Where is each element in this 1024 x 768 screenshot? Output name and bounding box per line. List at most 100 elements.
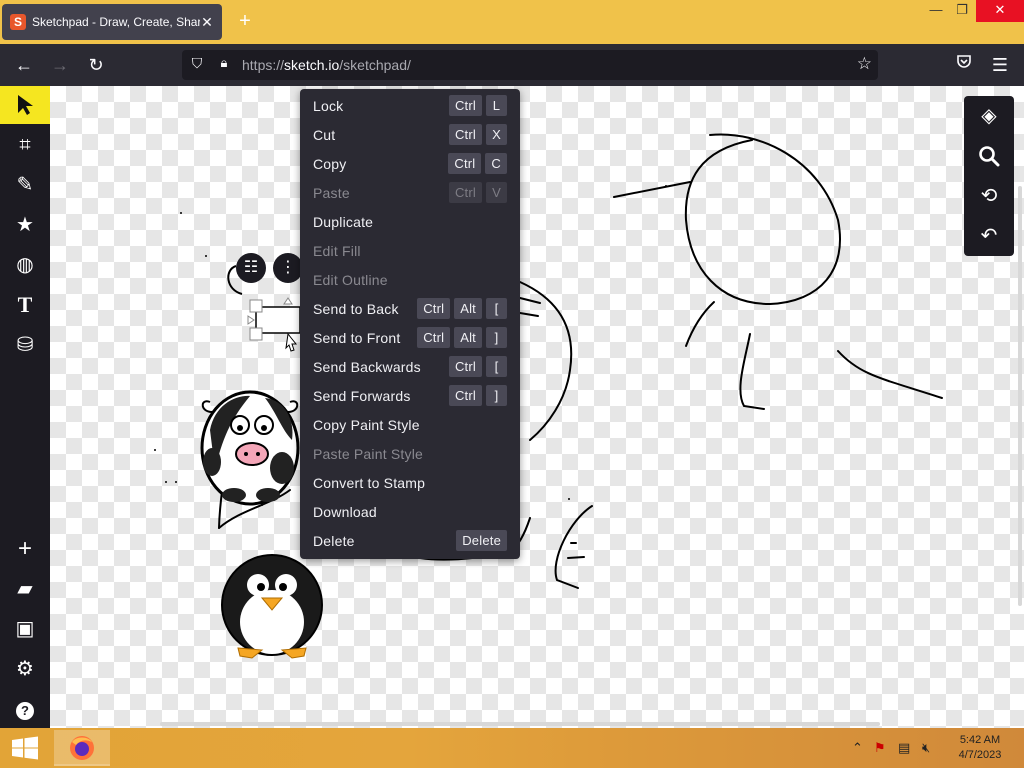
- shortcut-keys: Delete: [456, 530, 507, 551]
- object-more-options-icon[interactable]: ⋮: [273, 253, 303, 283]
- firefox-taskbar-icon[interactable]: [54, 730, 110, 766]
- shortcut-key: X: [486, 124, 507, 145]
- forward-arrow-icon[interactable]: →: [46, 52, 74, 78]
- menu-item-copy[interactable]: Copy Ctrl C: [300, 149, 520, 178]
- undo-arrow-icon[interactable]: ↶: [964, 216, 1014, 256]
- tray-overflow-chevron-icon[interactable]: ⌃: [852, 740, 863, 756]
- shortcut-key: Alt: [454, 298, 482, 319]
- address-bar[interactable]: ⛉ 🔒︎ https://sketch.io/sketchpad/ ☆: [182, 50, 878, 80]
- left-toolbar: ⌗ ✎ ★ ◍ T ⛁ + ▰ ▣ ⚙ ?: [0, 86, 50, 728]
- clock-date: 4/7/2023: [958, 749, 1002, 761]
- windows-start-icon[interactable]: [0, 728, 50, 768]
- save-disk-icon[interactable]: ▣: [0, 610, 50, 648]
- pocket-icon[interactable]: [950, 52, 978, 78]
- hamburger-menu-icon[interactable]: ☰: [986, 52, 1014, 78]
- object-settings-icon[interactable]: ☷: [236, 253, 266, 283]
- volume-muted-icon[interactable]: 🔇︎: [922, 740, 930, 756]
- menu-item-label: Edit Fill: [313, 242, 361, 259]
- title-bar: S Sketchpad - Draw, Create, Share! ✕ + —…: [0, 0, 1024, 44]
- menu-item-cut[interactable]: Cut Ctrl X: [300, 120, 520, 149]
- menu-item-label: Download: [313, 503, 377, 520]
- clock-time: 5:42 AM: [959, 734, 1001, 746]
- menu-item-paste-paint-style[interactable]: Paste Paint Style: [300, 439, 520, 468]
- menu-item-send-forwards[interactable]: Send Forwards Ctrl]: [300, 381, 520, 410]
- menu-item-download[interactable]: Download: [300, 497, 520, 526]
- shortcut-key: Ctrl: [448, 356, 482, 377]
- menu-item-label: Lock: [313, 97, 344, 114]
- back-arrow-icon[interactable]: ←: [10, 52, 38, 78]
- tracking-shield-icon[interactable]: ⛉: [188, 55, 206, 75]
- brush-tool-icon[interactable]: ✎: [0, 166, 50, 204]
- menu-item-label: Send to Back: [313, 300, 399, 317]
- close-window-button[interactable]: ✕: [976, 0, 1024, 22]
- url-scheme: https://: [242, 57, 285, 73]
- browser-tab[interactable]: S Sketchpad - Draw, Create, Share! ✕: [2, 4, 222, 40]
- menu-item-convert-to-stamp[interactable]: Convert to Stamp: [300, 468, 520, 497]
- right-toolbar: ◈ ⟲ ↶: [964, 96, 1014, 256]
- shortcut-keys: Ctrl[: [448, 356, 507, 377]
- menu-item-label: Send Forwards: [313, 387, 411, 404]
- shortcut-keys: Ctrl Alt[: [417, 298, 507, 319]
- shortcut-key: Ctrl: [417, 327, 451, 348]
- menu-item-label: Duplicate: [313, 213, 374, 230]
- shortcut-key: C: [485, 153, 507, 174]
- menu-item-label: Convert to Stamp: [313, 474, 426, 491]
- shortcut-keys: Ctrl X: [448, 124, 507, 145]
- menu-item-label: Delete: [313, 532, 355, 549]
- new-plus-icon[interactable]: +: [0, 530, 50, 568]
- shortcut-key: Ctrl: [417, 298, 451, 319]
- cow-stamp[interactable]: [200, 390, 300, 506]
- text-tool-icon[interactable]: T: [0, 286, 50, 324]
- layers-icon[interactable]: ◈: [964, 96, 1014, 136]
- menu-item-duplicate[interactable]: Duplicate: [300, 207, 520, 236]
- paint-bucket-icon[interactable]: ⛁: [0, 326, 50, 364]
- action-center-flag-icon[interactable]: ⚑: [874, 740, 886, 756]
- select-tool-icon[interactable]: [0, 86, 50, 124]
- horizontal-scrollbar[interactable]: [160, 722, 880, 726]
- windows-taskbar: ⌃ ⚑ ▤ 🔇︎ 5:42 AM 4/7/2023: [0, 728, 1024, 768]
- penguin-stamp[interactable]: [221, 554, 323, 659]
- menu-item-label: Edit Outline: [313, 271, 388, 288]
- crop-tool-icon[interactable]: ⌗: [0, 126, 50, 164]
- tab-close-icon[interactable]: ✕: [200, 14, 214, 31]
- menu-item-edit-fill[interactable]: Edit Fill: [300, 236, 520, 265]
- shortcut-keys: Ctrl Alt]: [417, 327, 507, 348]
- maximize-button[interactable]: ❐: [946, 0, 978, 22]
- taskbar-clock[interactable]: 5:42 AM 4/7/2023: [950, 733, 1010, 763]
- reload-icon[interactable]: ↻: [82, 52, 110, 78]
- url-text[interactable]: https://sketch.io/sketchpad/: [242, 57, 411, 73]
- shortcut-keys: Ctrl L: [448, 95, 507, 116]
- fill-pattern-icon[interactable]: ◍: [0, 246, 50, 284]
- menu-item-copy-paint-style[interactable]: Copy Paint Style: [300, 410, 520, 439]
- sketchpad-favicon-icon: S: [10, 14, 26, 30]
- menu-item-send-to-back[interactable]: Send to Back Ctrl Alt[: [300, 294, 520, 323]
- menu-item-send-to-front[interactable]: Send to Front Ctrl Alt]: [300, 323, 520, 352]
- menu-item-delete[interactable]: Delete Delete: [300, 526, 520, 555]
- tab-title: Sketchpad - Draw, Create, Share!: [32, 15, 200, 29]
- bookmark-star-icon[interactable]: ☆: [857, 54, 872, 74]
- menu-item-paste[interactable]: Paste Ctrl V: [300, 178, 520, 207]
- drawing-canvas[interactable]: ☷ ⋮: [50, 86, 1024, 728]
- folder-open-icon[interactable]: ▰: [0, 570, 50, 608]
- search-zoom-icon[interactable]: [964, 136, 1014, 176]
- menu-item-send-backwards[interactable]: Send Backwards Ctrl[: [300, 352, 520, 381]
- menu-item-label: Paste Paint Style: [313, 445, 424, 462]
- help-question-icon[interactable]: ?: [0, 690, 50, 728]
- shortcut-key: ]: [486, 385, 507, 406]
- menu-item-label: Copy Paint Style: [313, 416, 420, 433]
- shortcut-key: Ctrl: [448, 124, 482, 145]
- vertical-scrollbar[interactable]: [1018, 186, 1022, 606]
- shortcut-key: Ctrl: [448, 385, 482, 406]
- menu-item-edit-outline[interactable]: Edit Outline: [300, 265, 520, 294]
- new-tab-button[interactable]: +: [234, 10, 256, 32]
- shortcut-keys: Ctrl]: [448, 385, 507, 406]
- lock-icon[interactable]: 🔒︎: [216, 55, 232, 75]
- network-icon[interactable]: ▤: [898, 740, 910, 756]
- shortcut-keys: Ctrl V: [448, 182, 507, 203]
- stamp-star-icon[interactable]: ★: [0, 206, 50, 244]
- context-menu: Lock Ctrl L Cut Ctrl X Copy Ctrl C Paste Ctrl V Dupl…: [300, 89, 520, 559]
- settings-gear-icon[interactable]: ⚙: [0, 650, 50, 688]
- menu-item-lock[interactable]: Lock Ctrl L: [300, 91, 520, 120]
- url-host: sketch.io: [284, 57, 340, 73]
- history-icon[interactable]: ⟲: [964, 176, 1014, 216]
